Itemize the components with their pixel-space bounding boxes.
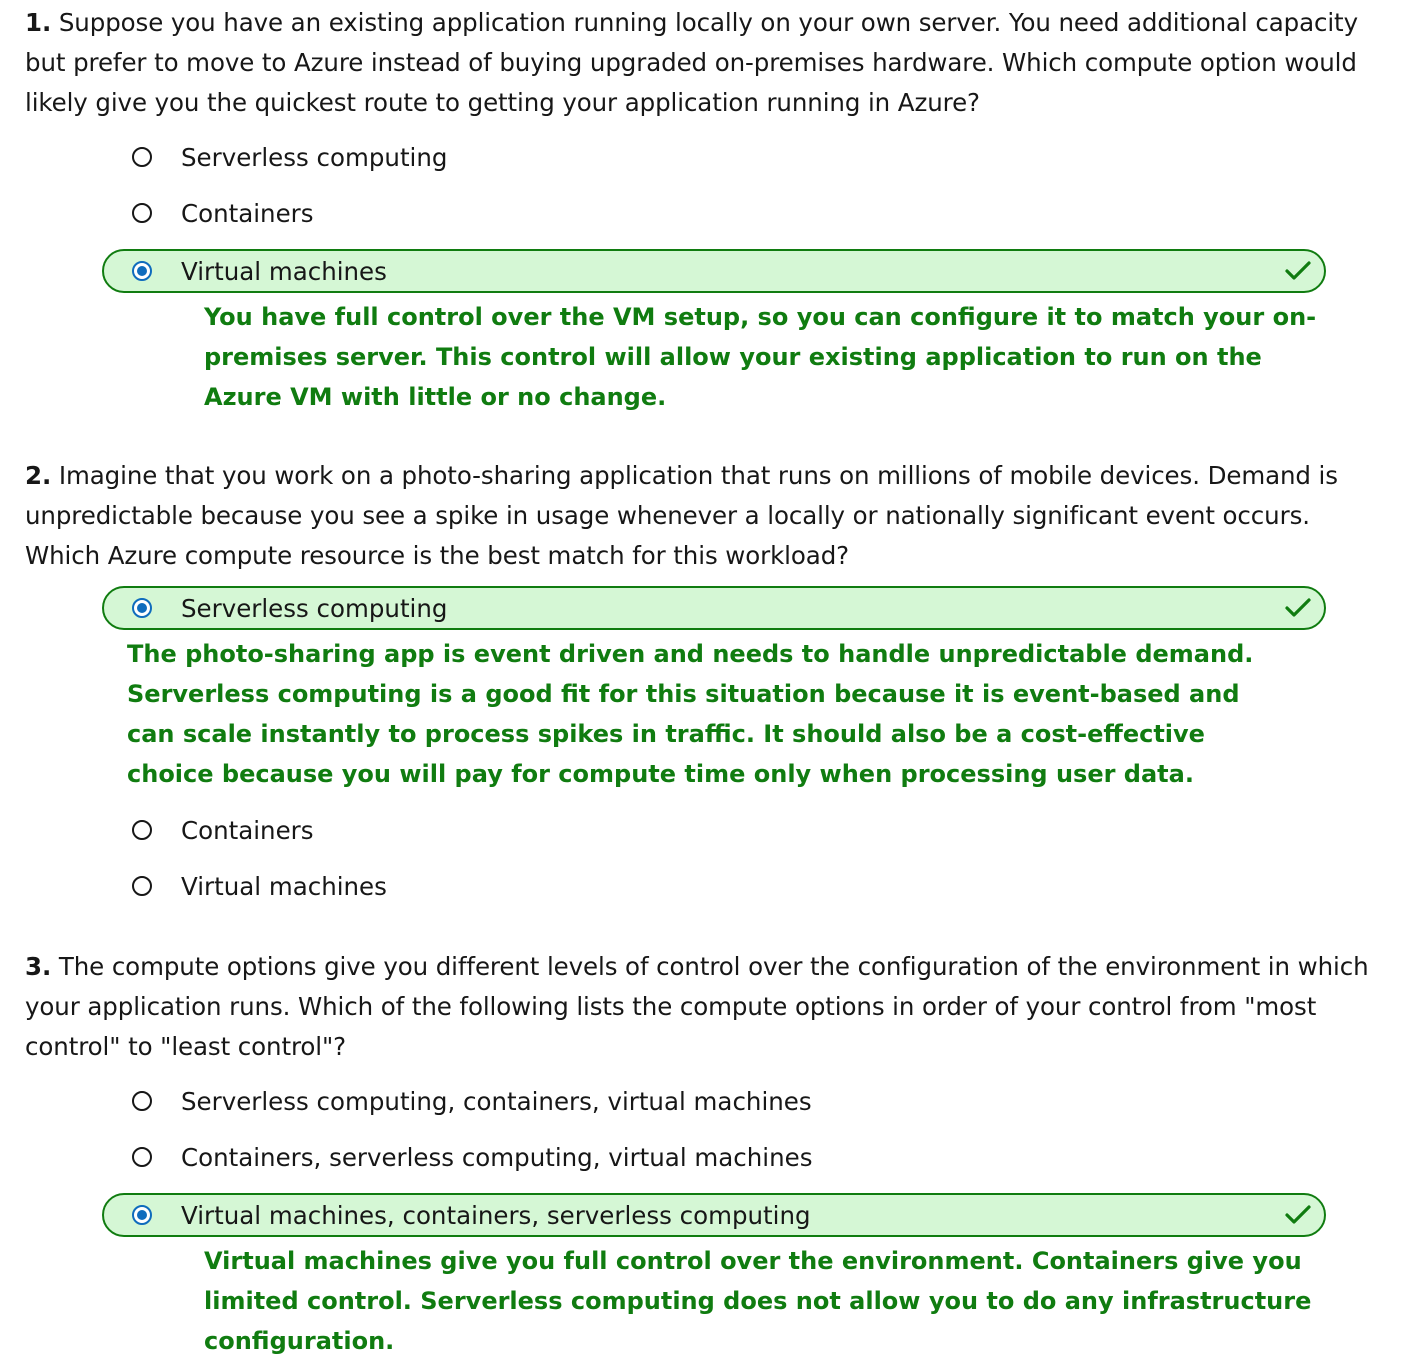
answer-option[interactable]: Serverless computing, containers, virtua… [102, 1079, 1326, 1123]
question-2-options: Serverless computing The photo-sharing a… [25, 586, 1385, 908]
answer-feedback: Virtual machines give you full control o… [204, 1247, 1312, 1355]
radio-unselected-icon[interactable] [132, 203, 152, 223]
question-3-text: 3. The compute options give you differen… [25, 944, 1385, 1067]
answer-option[interactable]: Serverless computing [102, 135, 1326, 179]
question-1-text: 1. Suppose you have an existing applicat… [25, 0, 1385, 123]
answer-label: Containers [181, 198, 314, 228]
question-number: 1. [25, 8, 52, 37]
question-prompt: The compute options give you different l… [25, 952, 1369, 1061]
question-2-text: 2. Imagine that you work on a photo-shar… [25, 453, 1385, 576]
quiz: 1. Suppose you have an existing applicat… [0, 0, 1385, 1361]
radio-unselected-icon[interactable] [132, 1147, 152, 1167]
answer-option[interactable]: Virtual machines [102, 864, 1326, 908]
radio-unselected-icon[interactable] [132, 147, 152, 167]
answer-option[interactable]: Containers, serverless computing, virtua… [102, 1135, 1326, 1179]
answer-label: Virtual machines, containers, serverless… [181, 1200, 811, 1230]
answer-option[interactable]: Containers [102, 191, 1326, 235]
question-3-options: Serverless computing, containers, virtua… [25, 1079, 1385, 1237]
question-2: 2. Imagine that you work on a photo-shar… [25, 453, 1385, 908]
question-number: 2. [25, 461, 52, 490]
answer-option-selected[interactable]: Virtual machines, containers, serverless… [102, 1193, 1326, 1237]
radio-selected-icon[interactable] [132, 1205, 152, 1225]
radio-unselected-icon[interactable] [132, 820, 152, 840]
answer-option[interactable]: Containers [102, 808, 1326, 852]
question-1: 1. Suppose you have an existing applicat… [25, 0, 1385, 417]
answer-label: Serverless computing [181, 142, 448, 172]
question-3: 3. The compute options give you differen… [25, 944, 1385, 1361]
answer-label: Serverless computing, containers, virtua… [181, 1086, 812, 1116]
answer-label: Virtual machines [181, 256, 387, 286]
answer-feedback: The photo-sharing app is event driven an… [127, 640, 1254, 788]
answer-feedback: You have full control over the VM setup,… [204, 303, 1317, 411]
radio-selected-icon[interactable] [132, 598, 152, 618]
answer-label: Containers, serverless computing, virtua… [181, 1142, 813, 1172]
answer-label: Containers [181, 815, 314, 845]
answer-label: Serverless computing [181, 593, 448, 623]
question-prompt: Suppose you have an existing application… [25, 8, 1358, 117]
checkmark-icon [1285, 598, 1311, 617]
radio-unselected-icon[interactable] [132, 1091, 152, 1111]
checkmark-icon [1285, 1205, 1311, 1224]
question-number: 3. [25, 952, 52, 981]
question-1-options: Serverless computing Containers Virtual … [25, 135, 1385, 293]
question-prompt: Imagine that you work on a photo-sharing… [25, 461, 1338, 570]
answer-option-selected[interactable]: Serverless computing [102, 586, 1326, 630]
radio-selected-icon[interactable] [132, 261, 152, 281]
answer-label: Virtual machines [181, 871, 387, 901]
radio-unselected-icon[interactable] [132, 876, 152, 896]
answer-option-selected[interactable]: Virtual machines [102, 249, 1326, 293]
checkmark-icon [1285, 261, 1311, 280]
